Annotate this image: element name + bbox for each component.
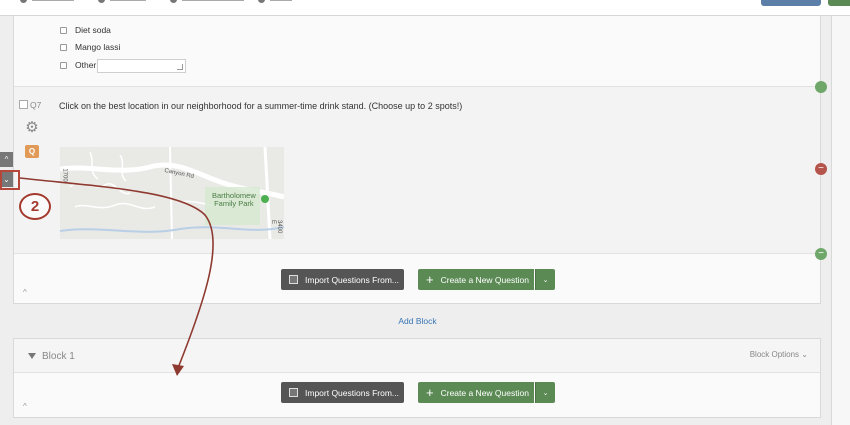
block-actions: Import Questions From... + Create a New … bbox=[281, 269, 555, 290]
top-toolbar bbox=[0, 0, 850, 16]
toolbar-icon[interactable] bbox=[20, 0, 27, 3]
map-park-label: Bartholomew Family Park bbox=[212, 192, 256, 208]
remove-question-icon[interactable]: − bbox=[815, 163, 827, 175]
choice-diet-soda[interactable]: Diet soda bbox=[60, 25, 111, 35]
question-text[interactable]: Click on the best location in our neighb… bbox=[59, 101, 462, 111]
choice-checkbox[interactable] bbox=[60, 61, 67, 69]
create-question-button[interactable]: + Create a New Question bbox=[418, 269, 534, 290]
collapse-triangle-icon[interactable] bbox=[28, 353, 36, 359]
collapse-chevron-icon[interactable]: ^ bbox=[23, 288, 27, 297]
choice-mango-lassi[interactable]: Mango lassi bbox=[60, 42, 120, 52]
question-select-checkbox[interactable] bbox=[19, 100, 28, 109]
toolbar-icon[interactable] bbox=[98, 0, 105, 3]
toolbar-item[interactable] bbox=[270, 0, 292, 1]
highlight-box bbox=[0, 170, 20, 190]
toolbar-item[interactable] bbox=[182, 0, 244, 1]
toolbar-icon[interactable] bbox=[258, 0, 265, 3]
gear-icon[interactable]: ⚙ bbox=[24, 120, 40, 136]
park-label-line: Family Park bbox=[214, 199, 254, 208]
publish-button[interactable] bbox=[828, 0, 850, 6]
create-question-button[interactable]: + Create a New Question bbox=[418, 382, 534, 403]
step-number-badge: 2 bbox=[19, 193, 51, 220]
block-actions: Import Questions From... + Create a New … bbox=[281, 382, 555, 403]
choice-checkbox[interactable] bbox=[60, 26, 67, 34]
button-label: Import Questions From... bbox=[305, 387, 399, 398]
other-text-input[interactable] bbox=[97, 59, 186, 73]
import-questions-button[interactable]: Import Questions From... bbox=[281, 382, 404, 403]
chevron-down-icon: ⌄ bbox=[542, 276, 549, 284]
map-pin-icon bbox=[261, 195, 269, 203]
block-options-label: Block Options bbox=[749, 350, 800, 359]
chevron-down-icon: ⌄ bbox=[542, 389, 549, 397]
toolbar-item[interactable] bbox=[32, 0, 74, 1]
move-question-up-button[interactable]: ^ bbox=[0, 152, 13, 167]
heatmap-question-icon: Q bbox=[25, 145, 39, 158]
block-header: Block 1 Block Options ⌄ bbox=[14, 339, 820, 373]
block-title[interactable]: Block 1 bbox=[42, 351, 75, 362]
toolbar-icon[interactable] bbox=[170, 0, 177, 3]
collapse-chevron-icon[interactable]: ^ bbox=[23, 402, 27, 411]
choice-other[interactable]: Other bbox=[60, 60, 96, 70]
button-label: Import Questions From... bbox=[305, 274, 399, 285]
plus-icon: + bbox=[426, 385, 434, 400]
choice-label: Mango lassi bbox=[75, 42, 121, 52]
button-label: Create a New Question bbox=[440, 387, 529, 398]
choice-checkbox[interactable] bbox=[60, 43, 67, 51]
chevron-up-icon: ^ bbox=[4, 155, 9, 164]
choice-label: Diet soda bbox=[75, 25, 111, 35]
create-question-dropdown[interactable]: ⌄ bbox=[535, 382, 555, 403]
heat-map-image[interactable]: Canyon Rd Bartholomew Family Park 1700 3… bbox=[60, 147, 284, 239]
plus-icon: + bbox=[426, 272, 434, 287]
block-options-menu[interactable]: Block Options ⌄ bbox=[750, 350, 808, 359]
toolbar-item[interactable] bbox=[110, 0, 146, 1]
import-questions-button[interactable]: Import Questions From... bbox=[281, 269, 404, 290]
question-id: Q7 bbox=[30, 100, 42, 110]
copy-icon bbox=[289, 275, 298, 284]
map-street-label: 1700 bbox=[61, 168, 68, 182]
button-label: Create a New Question bbox=[440, 274, 529, 285]
create-question-dropdown[interactable]: ⌄ bbox=[535, 269, 555, 290]
add-question-dot[interactable] bbox=[815, 81, 827, 93]
right-panel bbox=[831, 16, 850, 425]
survey-block-card: Diet soda Mango lassi Other Q7 Click on … bbox=[13, 16, 821, 304]
add-question-dot[interactable]: − bbox=[815, 248, 827, 260]
block-1-card: Block 1 Block Options ⌄ Import Questions… bbox=[13, 338, 821, 418]
preview-button[interactable] bbox=[761, 0, 821, 6]
add-block-link[interactable]: Add Block bbox=[0, 316, 835, 326]
copy-icon bbox=[289, 388, 298, 397]
chevron-down-icon: ⌄ bbox=[801, 350, 808, 359]
map-street-label: 3400 E bbox=[270, 220, 282, 234]
choice-label: Other bbox=[75, 60, 97, 70]
divider bbox=[14, 253, 820, 254]
